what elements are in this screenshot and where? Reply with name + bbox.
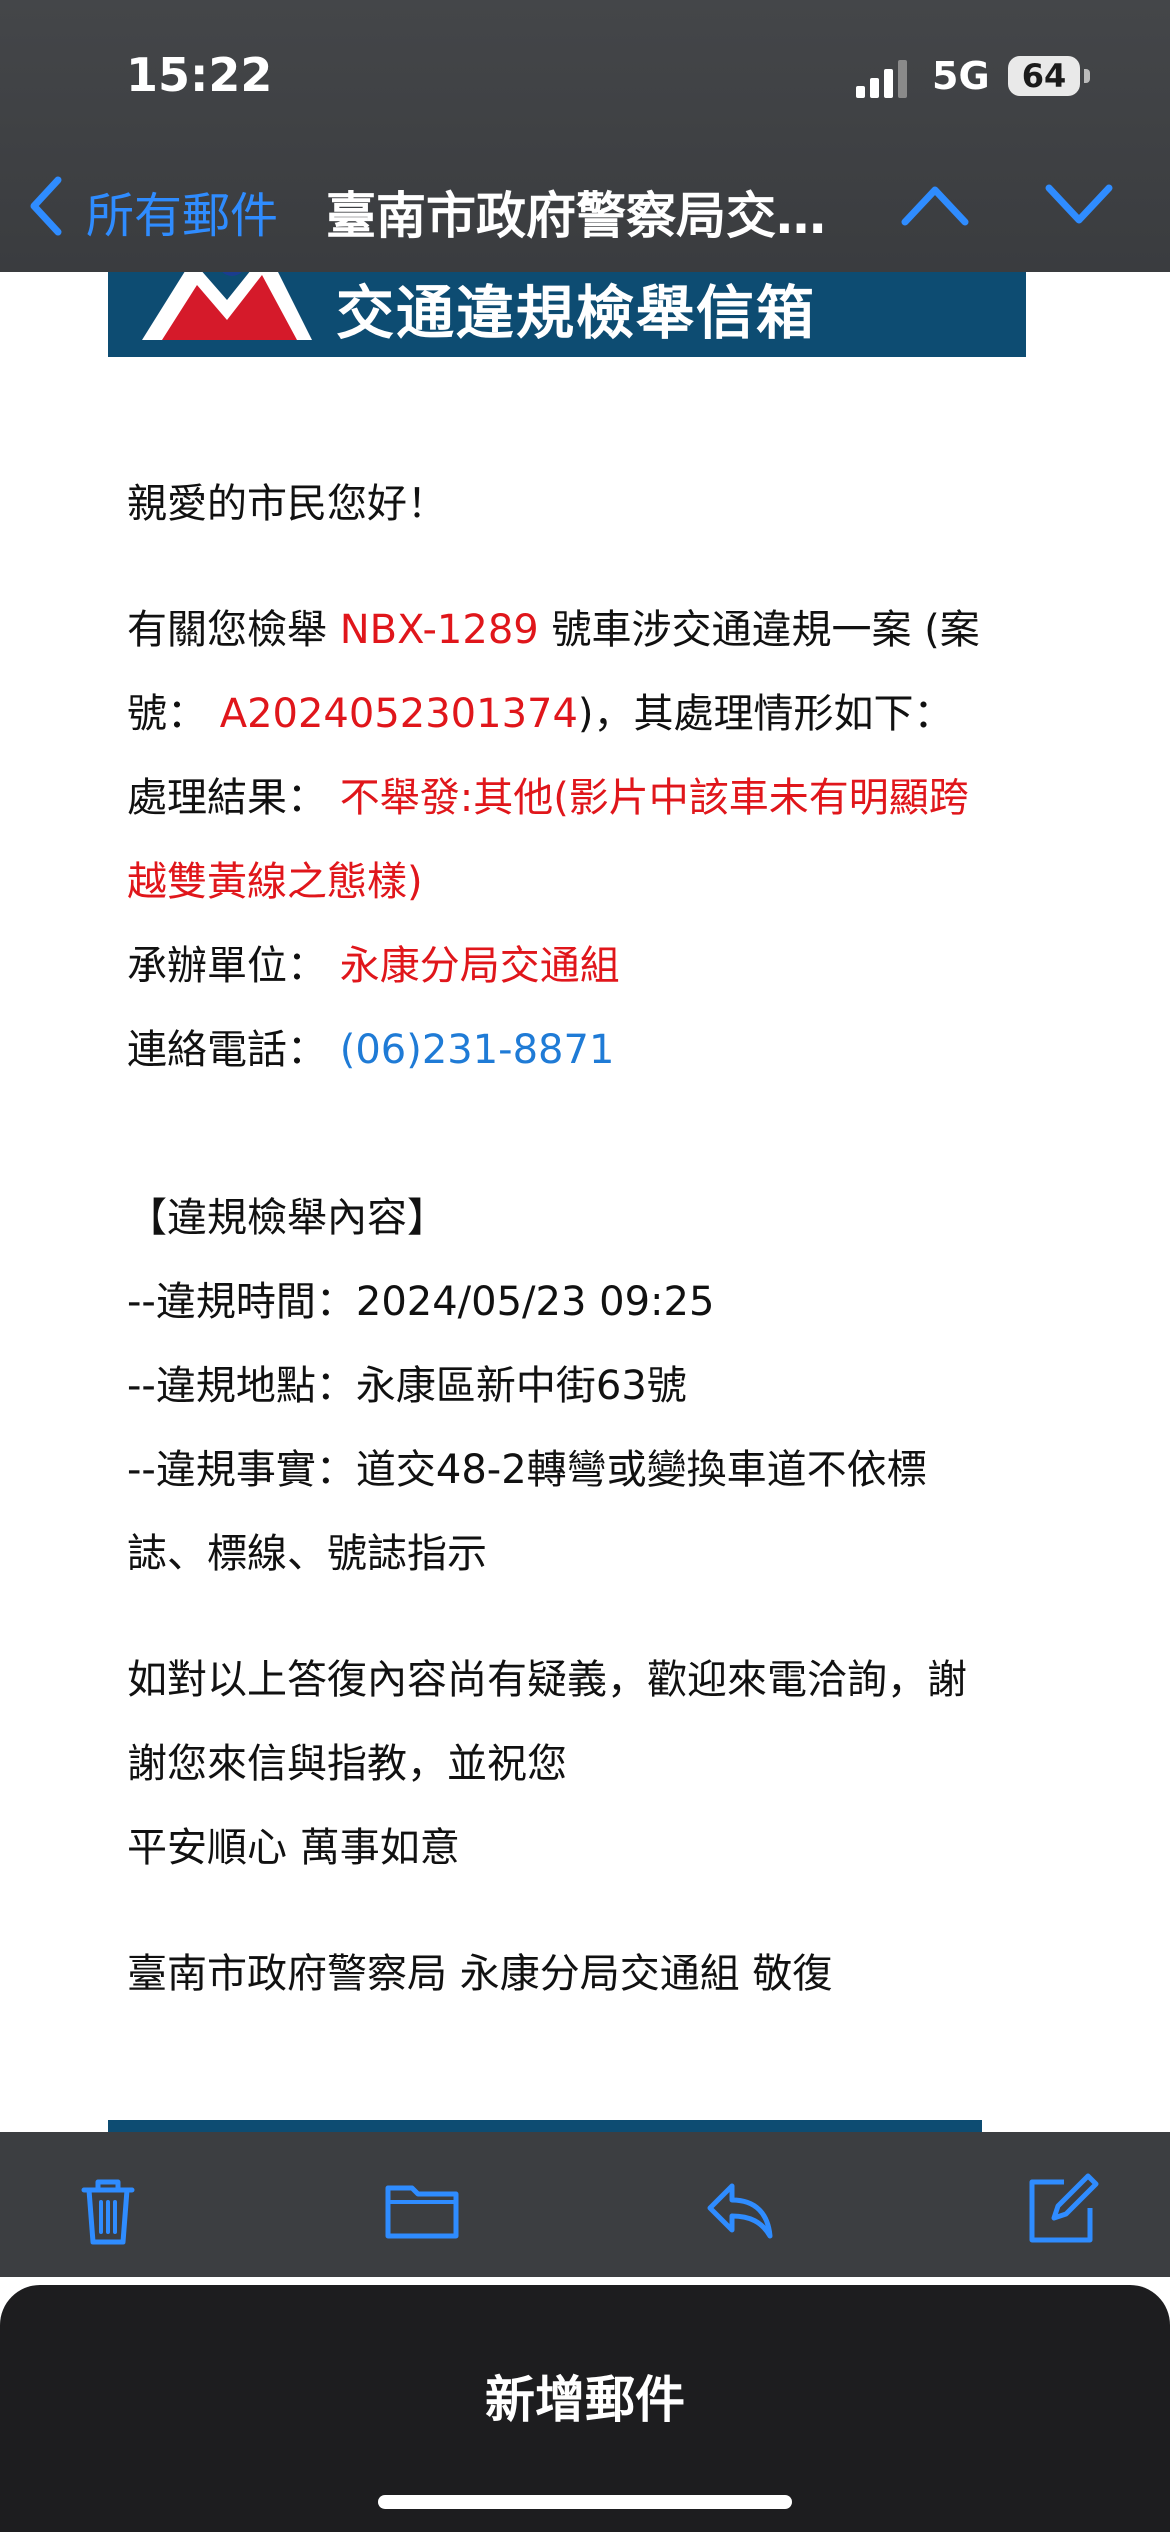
mail-toolbar (0, 2132, 1170, 2277)
navigation-header: 15:22 5G 64 所有郵件 臺南市政府警察局交… (0, 0, 1170, 272)
intro-suffix: 號車涉交通違規一案 (案 (551, 607, 980, 653)
phone-label: 連絡電話： (127, 1027, 327, 1073)
battery-icon: 64 (1008, 56, 1080, 96)
email-subject-title: 臺南市政府警察局交… (326, 187, 826, 245)
greeting: 親愛的市民您好！ (127, 481, 447, 527)
closing-wish: 平安順心 萬事如意 (127, 1825, 460, 1871)
reply-icon[interactable] (702, 2172, 778, 2248)
folder-icon[interactable] (384, 2172, 460, 2248)
phone-line: 連絡電話： (06)231-8871 (127, 1022, 614, 1078)
chevron-down-icon[interactable] (1044, 180, 1114, 230)
closing-text-continued: 謝您來信與指教，並祝您 (127, 1741, 567, 1787)
new-mail-sheet[interactable]: 新增郵件 (0, 2285, 1170, 2532)
new-mail-button[interactable]: 新增郵件 (0, 2360, 1170, 2432)
result-value: 不舉發:其他(影片中該車未有明顯跨 (339, 775, 969, 821)
unit-label: 承辦單位： (127, 943, 327, 989)
violation-place: --違規地點：永康區新中街63號 (127, 1363, 687, 1409)
section-title: 【違規檢舉內容】 (127, 1195, 447, 1241)
result-label: 處理結果： (127, 775, 327, 821)
home-indicator[interactable] (378, 2495, 792, 2509)
status-time: 15:22 (126, 48, 273, 102)
back-button[interactable]: 所有郵件 (86, 176, 278, 246)
case-number: A2024052301374 (219, 691, 578, 737)
violation-time: --違規時間：2024/05/23 09:25 (127, 1279, 715, 1325)
violation-fact-continued: 誌、標線、號誌指示 (127, 1531, 487, 1577)
phone-link[interactable]: (06)231-8871 (340, 1027, 615, 1073)
unit-value: 永康分局交通組 (339, 943, 620, 989)
result-value-continued: 越雙黃線之態樣) (127, 859, 423, 905)
battery-level: 64 (1021, 57, 1067, 95)
compose-icon[interactable] (1024, 2172, 1100, 2248)
network-type: 5G (932, 54, 990, 98)
result-line: 處理結果： 不舉發:其他(影片中該車未有明顯跨 (127, 770, 969, 826)
cellular-signal-icon (856, 60, 907, 98)
back-chevron-icon[interactable] (24, 174, 68, 238)
unit-line: 承辦單位： 永康分局交通組 (127, 938, 620, 994)
intro-line: 有關您檢舉 NBX-1289 號車涉交通違規一案 (案 (127, 602, 980, 658)
banner-title: 交通違規檢舉信箱 (336, 279, 817, 347)
signature: 臺南市政府警察局 永康分局交通組 敬復 (127, 1951, 833, 1997)
case-line: 號： A2024052301374)，其處理情形如下： (127, 686, 954, 742)
trash-icon[interactable] (70, 2172, 146, 2248)
case-suffix: )，其處理情形如下： (577, 691, 954, 737)
violation-fact: --違規事實：道交48-2轉彎或變換車道不依標 (127, 1447, 927, 1493)
intro-prefix: 有關您檢舉 (127, 607, 327, 653)
closing-text: 如對以上答復內容尚有疑義，歡迎來電洽詢，謝 (127, 1657, 967, 1703)
case-label: 號： (127, 691, 207, 737)
battery-tip (1084, 69, 1090, 83)
plate-number: NBX-1289 (339, 607, 539, 653)
chevron-up-icon[interactable] (900, 180, 970, 230)
